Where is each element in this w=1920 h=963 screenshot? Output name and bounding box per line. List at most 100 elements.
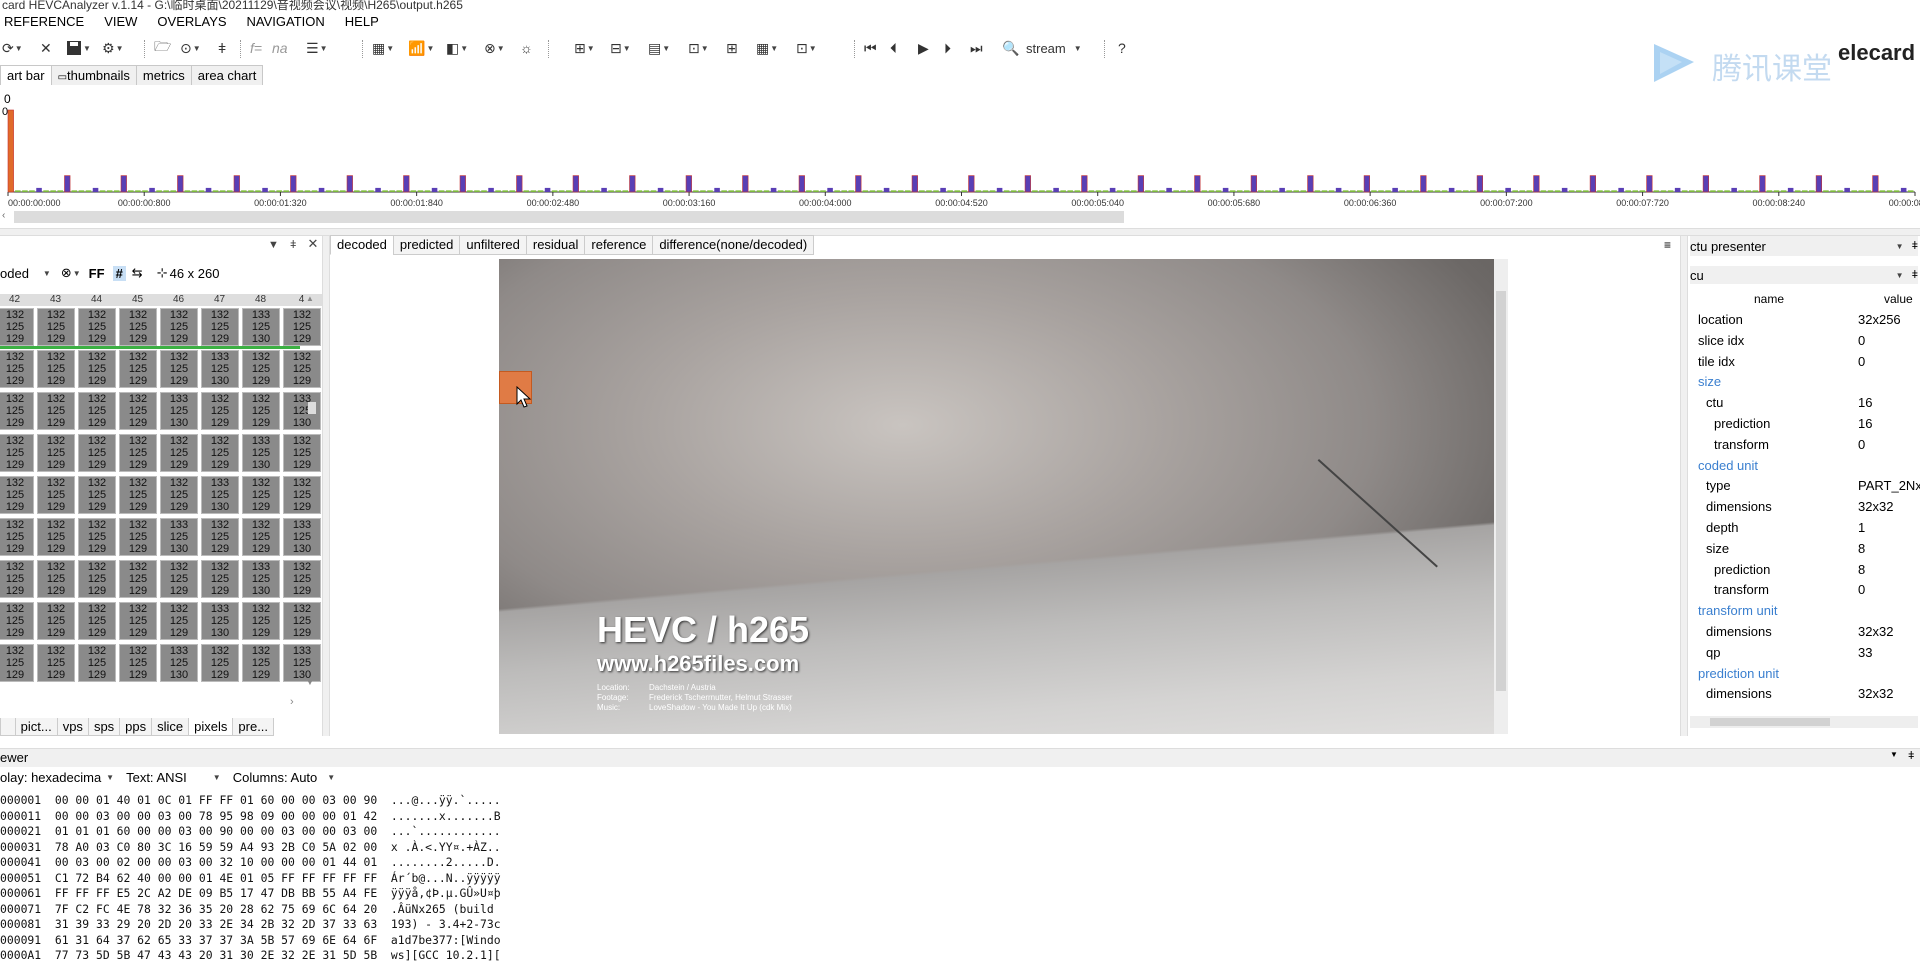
property-row[interactable]: prediction unit	[1698, 664, 1920, 684]
cu-dropdown-icon[interactable]: ▼	[1896, 271, 1904, 280]
settings-gear-icon[interactable]: ⚙ ▼	[102, 38, 123, 58]
pixel-cell[interactable]: 132 125 129	[201, 518, 239, 556]
function-icon[interactable]: f=	[250, 38, 262, 58]
pixel-cell[interactable]: 132 125 129	[0, 560, 34, 598]
panel-menu-icon[interactable]: ▼	[268, 239, 279, 251]
pixel-cell[interactable]: 132 125 129	[242, 350, 280, 388]
overlay-icon[interactable]: ⊗ ▼	[484, 38, 505, 58]
pixel-scrollbar[interactable]: ▲ ▼	[306, 294, 318, 694]
layout-icon[interactable]: ◧ ▼	[446, 38, 468, 58]
columns-dropdown-icon[interactable]: ▼	[327, 773, 335, 782]
tab-unfiltered[interactable]: unfiltered	[459, 235, 527, 255]
text-encoding-select[interactable]: Text: ANSI	[126, 770, 187, 785]
tiles-alt-icon[interactable]: ▦ ▼	[756, 38, 778, 58]
props-scrollbar[interactable]	[1690, 716, 1918, 728]
pixel-cell[interactable]: 133 125 130	[160, 518, 198, 556]
previous-frame-icon[interactable]: ⏴	[890, 38, 897, 58]
hex-line[interactable]: 000041 00 03 00 02 00 00 03 00 32 10 00 …	[0, 855, 501, 869]
ff-toggle[interactable]: FF	[89, 266, 105, 281]
chart-scrollbar[interactable]	[14, 211, 1124, 223]
pixel-cell[interactable]: 132 125 129	[37, 518, 75, 556]
property-row[interactable]: qp 33	[1698, 643, 1920, 663]
last-frame-icon[interactable]: ⏭	[970, 38, 983, 58]
hex-line[interactable]: 0000A1 77 73 5D 5B 47 43 43 20 31 30 2E …	[0, 948, 501, 962]
pixel-cell[interactable]: 132 125 129	[37, 434, 75, 472]
right-splitter[interactable]	[1680, 236, 1688, 736]
property-row[interactable]: location 32x256	[1698, 310, 1920, 330]
pixel-cell[interactable]: 132 125 129	[242, 476, 280, 514]
align-icon[interactable]: ☰ ▼	[306, 38, 327, 58]
pixel-cell[interactable]: 133 125 130	[242, 308, 280, 346]
tab-predicted[interactable]: predicted	[392, 235, 461, 255]
refresh-icon[interactable]: ⟳ ▼	[2, 38, 23, 58]
property-row[interactable]: coded unit	[1698, 456, 1920, 476]
property-row[interactable]: prediction 8	[1698, 560, 1920, 580]
property-row[interactable]: tile idx 0	[1698, 352, 1920, 372]
pixel-cell[interactable]: 132 125 129	[0, 644, 34, 682]
viewer-dropdown-icon[interactable]: ▼	[1890, 750, 1898, 759]
presenter-select[interactable]: ctu presenter	[1690, 239, 1766, 254]
chart-splitter[interactable]	[0, 228, 1920, 236]
crosshair-icon[interactable]: ⊹	[157, 265, 168, 281]
pixel-cell[interactable]: 132 125 129	[119, 308, 157, 346]
bug-icon[interactable]: ☼	[520, 38, 533, 58]
tab-pict[interactable]: pict...	[14, 718, 58, 736]
open-folder-icon[interactable]: 🗁	[154, 38, 171, 58]
hex-line[interactable]: 000071 7F C2 FC 4E 78 32 36 35 20 28 62 …	[0, 902, 501, 916]
menu-help[interactable]: HELP	[341, 14, 379, 34]
tab-pre[interactable]: pre...	[232, 718, 275, 736]
pixel-cell[interactable]: 132 125 129	[160, 602, 198, 640]
tab-thumbnails[interactable]: ▭thumbnails	[50, 65, 137, 85]
tab-pixels[interactable]: pixels	[188, 718, 234, 736]
pixel-cell[interactable]: 132 125 129	[37, 560, 75, 598]
pixel-cell[interactable]: 132 125 129	[37, 350, 75, 388]
property-row[interactable]: transform 0	[1698, 435, 1920, 455]
pixel-cell[interactable]: 132 125 129	[119, 434, 157, 472]
pixel-cell[interactable]: 133 125 130	[201, 350, 239, 388]
menu-reference[interactable]: REFERENCE	[0, 14, 84, 34]
pixel-cell[interactable]: 133 125 130	[201, 602, 239, 640]
tab-sps[interactable]: sps	[87, 718, 121, 736]
property-row[interactable]: typePART_2Nx2	[1698, 476, 1920, 496]
tab-decoded[interactable]: decoded	[330, 235, 394, 255]
pixel-cell[interactable]: 132 125 129	[119, 518, 157, 556]
pixel-cell[interactable]: 132 125 129	[160, 350, 198, 388]
pixel-cell[interactable]: 132 125 129	[119, 476, 157, 514]
pixel-cell[interactable]: 132 125 129	[160, 476, 198, 514]
hex-line[interactable]: 000061 FF FF FF E5 2C A2 DE 09 B5 17 47 …	[0, 886, 501, 900]
pixel-cell[interactable]: 132 125 129	[78, 602, 116, 640]
tab-difference[interactable]: difference(none/decoded)	[652, 235, 815, 255]
color-dropdown-icon[interactable]: ▼	[73, 269, 81, 278]
menu-navigation[interactable]: NAVIGATION	[243, 14, 325, 34]
navigate-icon[interactable]: ⊙ ▼	[180, 38, 201, 58]
left-splitter[interactable]	[322, 236, 330, 736]
pixel-cell[interactable]: 132 125 129	[119, 560, 157, 598]
pixel-cell[interactable]: 132 125 129	[201, 644, 239, 682]
bar-chart-icon[interactable]: 📶 ▼	[408, 38, 434, 58]
property-row[interactable]: dimensions 32x32	[1698, 684, 1920, 704]
panel-close-icon[interactable]: ✕	[307, 236, 318, 251]
tab-empty[interactable]	[0, 718, 16, 736]
grid-view-icon[interactable]: ▦ ▼	[372, 38, 394, 58]
pixel-cell[interactable]: 132 125 129	[78, 644, 116, 682]
pixel-cell[interactable]: 132 125 129	[119, 602, 157, 640]
pixel-cell[interactable]: 132 125 129	[0, 434, 34, 472]
pixel-scroll-right-icon[interactable]: ›	[290, 696, 294, 708]
view-options-icon[interactable]: ≡	[1664, 238, 1671, 252]
split-icon[interactable]: ⊟ ▼	[610, 38, 631, 58]
presenter-dropdown-icon[interactable]: ▼	[1896, 242, 1904, 251]
pixel-cell[interactable]: 132 125 129	[78, 476, 116, 514]
tab-reference[interactable]: reference	[584, 235, 654, 255]
stream-search-icon[interactable]: 🔍	[1002, 38, 1019, 58]
pixel-cell[interactable]: 132 125 129	[160, 434, 198, 472]
pixel-cell[interactable]: 133 125 130	[201, 476, 239, 514]
first-frame-icon[interactable]: ⏮	[864, 38, 877, 58]
property-row[interactable]: depth 1	[1698, 518, 1920, 538]
cu-select[interactable]: cu	[1690, 268, 1704, 283]
stream-dropdown[interactable]: stream ▼	[1026, 38, 1082, 58]
pixel-cell[interactable]: 132 125 129	[242, 518, 280, 556]
hex-line[interactable]: 000051 C1 72 B4 62 40 00 00 01 4E 01 05 …	[0, 871, 501, 885]
swap-icon[interactable]: ⇆	[132, 265, 143, 281]
text-encoding-dropdown-icon[interactable]: ▼	[213, 773, 221, 782]
menu-view[interactable]: VIEW	[100, 14, 137, 34]
